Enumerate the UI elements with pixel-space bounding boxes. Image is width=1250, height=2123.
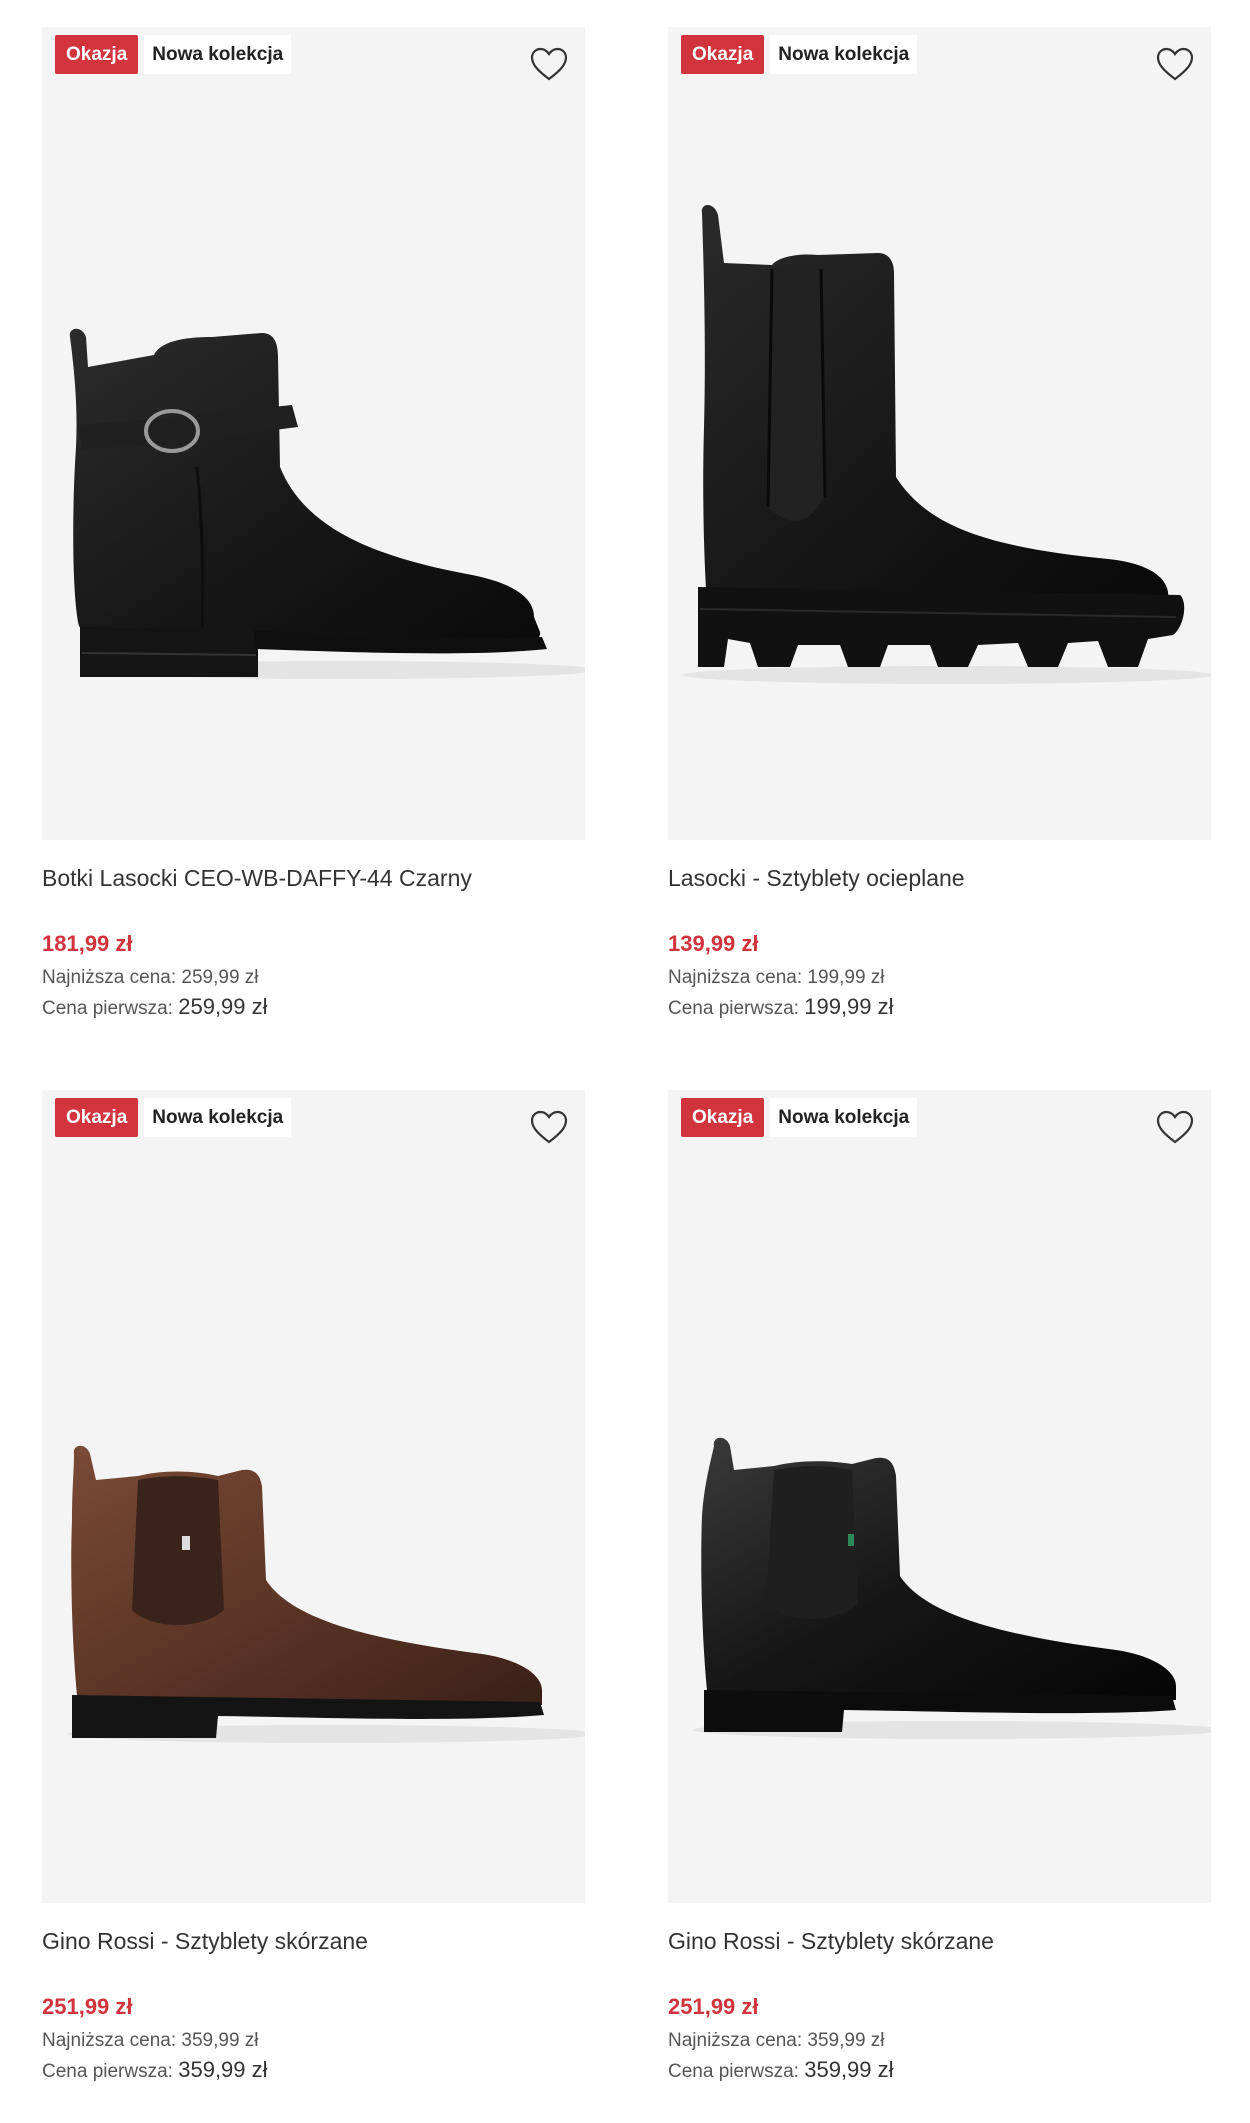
product-card[interactable]: Okazja Nowa kolekcja Gino Rossi - Sztybl… [42, 1090, 585, 2086]
first-price: Cena pierwsza: 259,99 zł [42, 991, 585, 1023]
new-collection-badge: Nowa kolekcja [770, 1098, 918, 1137]
first-price: Cena pierwsza: 359,99 zł [42, 2054, 585, 2086]
heart-icon[interactable] [1155, 45, 1195, 85]
badges: Okazja Nowa kolekcja [55, 35, 292, 74]
badges: Okazja Nowa kolekcja [681, 35, 918, 74]
first-price: Cena pierwsza: 199,99 zł [668, 991, 1211, 1023]
heart-icon[interactable] [1155, 1108, 1195, 1148]
lowest-price-label: Najniższa cena: [42, 2030, 177, 2051]
first-price-label: Cena pierwsza: [42, 998, 173, 1019]
heart-icon[interactable] [529, 45, 569, 85]
lowest-price: Najniższa cena: 259,99 zł [42, 965, 585, 991]
lowest-price: Najniższa cena: 359,99 zł [668, 2028, 1211, 2054]
first-price: Cena pierwsza: 359,99 zł [668, 2054, 1211, 2086]
product-name[interactable]: Gino Rossi - Sztyblety skórzane [668, 1921, 1211, 1961]
product-image[interactable]: Okazja Nowa kolekcja [668, 1090, 1211, 1903]
product-price: 251,99 zł [668, 1994, 759, 2019]
black-chunky-chelsea-boot-image [683, 205, 1211, 684]
product-price: 251,99 zł [42, 1994, 133, 2019]
lowest-price-label: Najniższa cena: [668, 967, 803, 988]
badges: Okazja Nowa kolekcja [55, 1098, 292, 1137]
lowest-price-value: 259,99 zł [181, 967, 259, 988]
lowest-price-value: 359,99 zł [181, 2030, 259, 2051]
product-price: 181,99 zł [42, 931, 133, 956]
black-buckle-ankle-boot-image [69, 328, 585, 679]
lowest-price: Najniższa cena: 199,99 zł [668, 965, 1211, 991]
first-price-label: Cena pierwsza: [668, 2061, 799, 2082]
product-image[interactable]: Okazja Nowa kolekcja [668, 27, 1211, 840]
heart-icon[interactable] [529, 1108, 569, 1148]
badges: Okazja Nowa kolekcja [681, 1098, 918, 1137]
product-image[interactable]: Okazja Nowa kolekcja [42, 27, 585, 840]
product-price: 139,99 zł [668, 931, 759, 956]
lowest-price: Najniższa cena: 359,99 zł [42, 2028, 585, 2054]
new-collection-badge: Nowa kolekcja [144, 1098, 292, 1137]
first-price-value: 359,99 zł [804, 2057, 894, 2082]
first-price-label: Cena pierwsza: [42, 2061, 173, 2082]
first-price-label: Cena pierwsza: [668, 998, 799, 1019]
product-name[interactable]: Lasocki - Sztyblety ocieplane [668, 858, 1211, 898]
first-price-value: 359,99 zł [178, 2057, 268, 2082]
sale-badge: Okazja [55, 35, 139, 74]
first-price-value: 199,99 zł [804, 994, 894, 1019]
new-collection-badge: Nowa kolekcja [770, 35, 918, 74]
black-chelsea-boot-image [693, 1437, 1211, 1739]
lowest-price-label: Najniższa cena: [42, 967, 177, 988]
sale-badge: Okazja [681, 35, 765, 74]
new-collection-badge: Nowa kolekcja [144, 35, 292, 74]
sale-badge: Okazja [55, 1098, 139, 1137]
brown-chelsea-boot-image [67, 1445, 585, 1743]
product-card[interactable]: Okazja Nowa kolekcja Botki Lasocki CEO-W… [42, 27, 585, 1023]
sale-badge: Okazja [681, 1098, 765, 1137]
lowest-price-value: 199,99 zł [807, 967, 885, 988]
product-image[interactable]: Okazja Nowa kolekcja [42, 1090, 585, 1903]
product-card[interactable]: Okazja Nowa kolekcja Gino Rossi - Sztybl… [668, 1090, 1211, 2086]
product-name[interactable]: Botki Lasocki CEO-WB-DAFFY-44 Czarny [42, 858, 585, 898]
product-name[interactable]: Gino Rossi - Sztyblety skórzane [42, 1921, 585, 1961]
lowest-price-value: 359,99 zł [807, 2030, 885, 2051]
first-price-value: 259,99 zł [178, 994, 268, 1019]
lowest-price-label: Najniższa cena: [668, 2030, 803, 2051]
product-card[interactable]: Okazja Nowa kolekcja Lasocki - Sztyblety… [668, 27, 1211, 1023]
